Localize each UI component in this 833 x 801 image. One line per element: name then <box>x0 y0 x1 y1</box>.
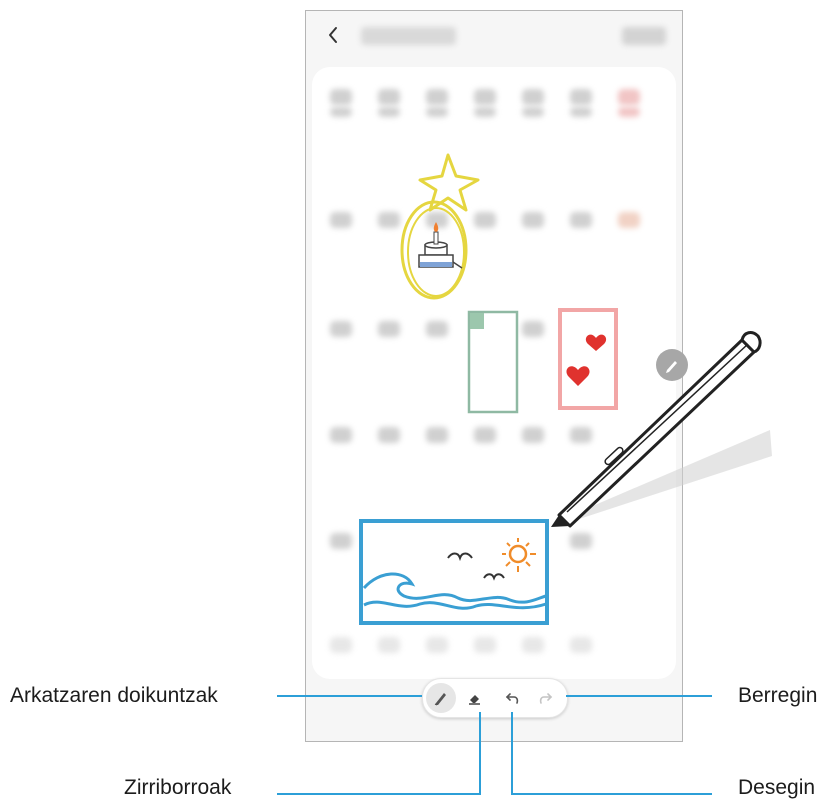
undo-leader <box>511 712 712 795</box>
eraser-label: Zirriborroak <box>124 776 232 799</box>
undo-label: Desegin <box>738 776 816 799</box>
pen-settings-label: Arkatzaren doikuntzak <box>10 684 218 707</box>
eraser-leader <box>277 712 481 795</box>
callout-lines <box>277 695 712 795</box>
redo-label: Berregin <box>738 684 818 707</box>
